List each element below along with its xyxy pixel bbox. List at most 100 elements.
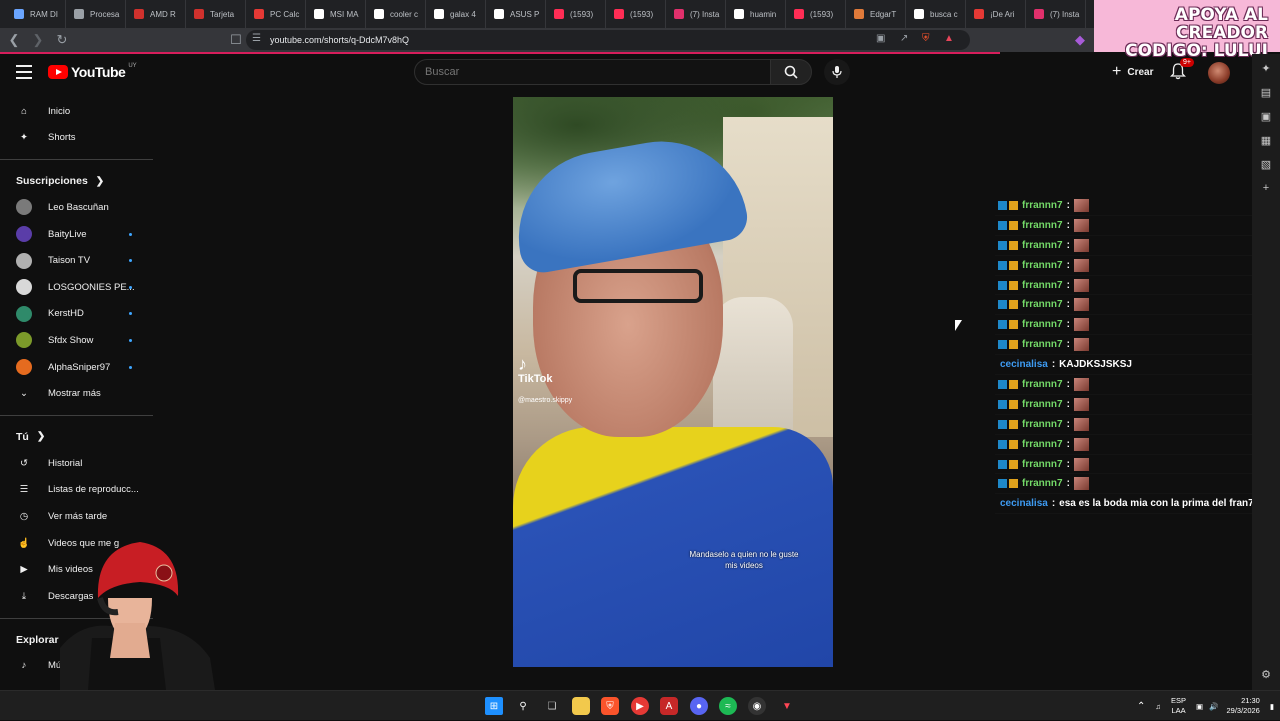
chat-message-text: esa es la boda mia con la prima del fran…	[1059, 498, 1254, 510]
system-tray: ⌃ ♫ ESP LAA ▣ 🔊 21:30 29/3/2026 ▮	[1137, 691, 1280, 721]
book-icon[interactable]: ▧	[1252, 152, 1280, 176]
subscription-item[interactable]: KerstHD	[0, 301, 153, 328]
brave-shield-icon[interactable]: ⛨	[922, 33, 930, 44]
subscriber-badge-icon	[1009, 439, 1018, 449]
browser-tab[interactable]: (7) Insta	[666, 0, 726, 28]
adobe-icon[interactable]: A	[660, 697, 678, 715]
network-icon[interactable]: ▣	[1196, 702, 1203, 711]
add-panel-icon[interactable]: +	[1252, 176, 1280, 200]
share-icon[interactable]: ↗	[900, 33, 908, 44]
task-view-icon[interactable]: ❏	[543, 697, 561, 715]
media-player-icon[interactable]: ▶	[631, 697, 649, 715]
obs-icon[interactable]: ◉	[748, 697, 766, 715]
subscription-item[interactable]: Leo Bascuñan	[0, 194, 153, 221]
sidebar-item[interactable]: ⌂ Inicio	[0, 98, 153, 125]
reading-list-icon[interactable]: ▤	[1252, 80, 1280, 104]
browser-tab[interactable]: MSI MA	[306, 0, 366, 28]
browser-tab[interactable]: cooler c	[366, 0, 426, 28]
clock[interactable]: 21:30 29/3/2026	[1226, 696, 1259, 716]
chevron-right-icon: ❯	[36, 431, 46, 443]
discord-icon[interactable]: ●	[690, 697, 708, 715]
you-header[interactable]: Tú ❯	[0, 424, 153, 450]
bookmark-icon[interactable]: ☐	[226, 30, 246, 50]
browser-tab[interactable]: (1593)	[786, 0, 846, 28]
wallet-icon[interactable]: ▣	[1252, 104, 1280, 128]
platform-badge-icon	[998, 240, 1007, 250]
microphone-icon[interactable]: ♫	[1155, 702, 1161, 711]
forward-icon[interactable]: ❯	[28, 30, 48, 50]
show-more-button[interactable]: ⌄ Mostrar más	[0, 380, 153, 407]
browser-toolbar: ❮ ❯ ↻ ☐ ☰ youtube.com/shorts/q-DdcM7v8hQ…	[0, 28, 1094, 52]
brave-rewards-icon[interactable]: ▲	[944, 33, 954, 44]
browser-tab[interactable]: (1593)	[606, 0, 666, 28]
browser-tab[interactable]: ASUS P	[486, 0, 546, 28]
tray-overflow-icon[interactable]: ⌃	[1137, 701, 1145, 712]
browser-tab[interactable]: Procesa	[66, 0, 126, 28]
chat-emote-icon	[1073, 457, 1089, 471]
language-indicator[interactable]: ESP LAA	[1171, 696, 1186, 716]
browser-tab[interactable]: galax 4	[426, 0, 486, 28]
search-input[interactable]	[425, 66, 755, 78]
voice-search-button[interactable]	[824, 59, 850, 85]
browser-tab[interactable]: PC Calc	[246, 0, 306, 28]
notifications-button[interactable]: 9+	[1169, 58, 1194, 84]
settings-icon[interactable]: ⚙	[1252, 662, 1280, 686]
search-icon[interactable]: ⚲	[514, 697, 532, 715]
subscription-item[interactable]: Taison TV	[0, 247, 153, 274]
subscriptions-header[interactable]: Suscripciones ❯	[0, 168, 153, 194]
search-box[interactable]	[414, 59, 771, 85]
browser-tab[interactable]: busca c	[906, 0, 966, 28]
file-explorer-icon[interactable]	[572, 697, 590, 715]
tab-title: RAM DI	[30, 9, 58, 19]
extension-icon[interactable]: ◆	[1070, 30, 1090, 50]
windows-start-icon[interactable]: ⊞	[485, 697, 503, 715]
sidebar-item[interactable]: ✦ Shorts	[0, 125, 153, 152]
address-bar[interactable]: ☰ youtube.com/shorts/q-DdcM7v8hQ ▣ ↗ ⛨ ▲	[246, 30, 970, 50]
create-button[interactable]: + Crear	[1104, 60, 1161, 84]
brave-browser-icon[interactable]: ⛨	[601, 697, 619, 715]
subscription-item[interactable]: LOSGOONIES PE...	[0, 274, 153, 301]
search-button[interactable]	[770, 59, 812, 85]
leo-ai-icon[interactable]: ✦	[1252, 56, 1280, 80]
channel-avatar	[16, 332, 32, 349]
volume-icon[interactable]: 🔊	[1209, 702, 1218, 711]
bookmarks-icon[interactable]: ▦	[1252, 128, 1280, 152]
browser-tab[interactable]: Tarjeta	[186, 0, 246, 28]
channel-avatar	[16, 359, 32, 376]
youtube-logo[interactable]: YouTube UY	[48, 63, 137, 80]
subscriber-badge-icon	[1009, 280, 1018, 290]
browser-tab[interactable]: RAM DI	[6, 0, 66, 28]
browser-tab[interactable]: huamin	[726, 0, 786, 28]
notification-center-icon[interactable]: ▮	[1270, 702, 1274, 711]
browser-tab[interactable]: (1593)	[546, 0, 606, 28]
platform-badge-icon	[998, 459, 1007, 469]
browser-tab[interactable]: EdgarT	[846, 0, 906, 28]
sidebar-item[interactable]: ☰ Listas de reproducc...	[0, 477, 153, 504]
channel-avatar	[16, 305, 32, 322]
chat-message: frrannn7:	[995, 256, 1253, 276]
tab-favicon-icon	[854, 9, 864, 19]
sidebar-item[interactable]: ↺ Historial	[0, 450, 153, 477]
tab-title: ¡De Ari	[990, 9, 1015, 19]
back-icon[interactable]: ❮	[4, 30, 24, 50]
sidebar-item[interactable]: ◷ Ver más tarde	[0, 503, 153, 530]
browser-tab[interactable]: AMD R	[126, 0, 186, 28]
shorts-video-player[interactable]: ♪ TikTok @maestro.skippy Mandaselo a qui…	[513, 97, 833, 667]
menu-icon[interactable]	[16, 65, 32, 79]
subscription-item[interactable]: AlphaSniper97	[0, 354, 153, 381]
url-text[interactable]: youtube.com/shorts/q-DdcM7v8hQ	[270, 35, 409, 45]
install-icon[interactable]: ▣	[876, 33, 885, 44]
subscription-label: Leo Bascuñan	[48, 201, 109, 213]
subscription-item[interactable]: BaityLive	[0, 221, 153, 248]
account-avatar[interactable]	[1208, 62, 1230, 84]
spotify-icon[interactable]: ≈	[719, 697, 737, 715]
subscription-item[interactable]: Sfdx Show	[0, 327, 153, 354]
platform-badge-icon	[998, 340, 1007, 350]
site-settings-icon[interactable]: ☰	[252, 33, 261, 44]
windows-taskbar: ⊞ ⚲ ❏ ⛨ ▶ A ● ≈ ◉ ▼ ⌃ ♫ ESP LAA ▣ 🔊 21:3…	[0, 690, 1280, 720]
browser-tab[interactable]: (7) Insta	[1026, 0, 1086, 28]
subscriber-badge-icon	[1009, 479, 1018, 489]
browser-tab[interactable]: ¡De Ari	[966, 0, 1026, 28]
valorant-icon[interactable]: ▼	[778, 697, 796, 715]
reload-icon[interactable]: ↻	[52, 30, 72, 50]
